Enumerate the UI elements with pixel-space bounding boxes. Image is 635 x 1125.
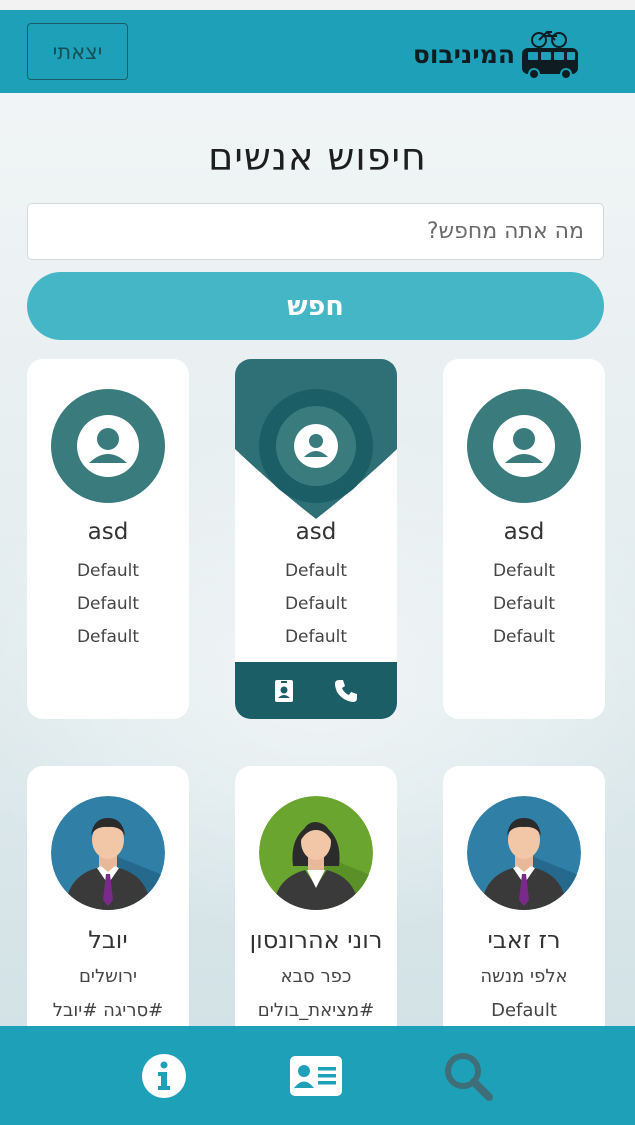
profile-card[interactable]: asd Default Default Default — [27, 359, 189, 719]
male-avatar-icon — [467, 796, 581, 910]
card-detail: Default — [284, 594, 348, 614]
page: יצאתי המיניבוס חיפוש אנשים חפש — [0, 0, 635, 1125]
search-button[interactable]: חפש — [27, 272, 604, 340]
logout-button[interactable]: יצאתי — [27, 23, 128, 80]
card-detail: Default — [76, 594, 140, 614]
avatar — [259, 389, 373, 503]
card-city: ירושלים — [78, 966, 138, 987]
nav-contact[interactable] — [288, 1048, 344, 1104]
card-tags: Default — [491, 1000, 557, 1021]
card-name: רוני אהרונסון — [249, 926, 383, 954]
user-avatar-icon — [77, 415, 139, 477]
info-icon — [142, 1054, 186, 1098]
app-header: יצאתי המיניבוס — [0, 0, 635, 93]
card-name: asd — [503, 519, 545, 545]
contact-card-icon — [290, 1056, 342, 1096]
card-detail: Default — [492, 594, 556, 614]
user-avatar-icon — [276, 406, 356, 486]
female-avatar-icon — [259, 796, 373, 910]
card-city: אלפי מנשה — [480, 966, 568, 987]
app-logo[interactable]: המיניבוס — [413, 26, 581, 82]
card-detail: Default — [284, 561, 348, 581]
avatar — [51, 796, 165, 910]
card-name: יובל — [88, 926, 128, 954]
bottom-nav — [0, 1026, 635, 1125]
card-detail: Default — [492, 561, 556, 581]
card-name: רז זאבי — [487, 926, 561, 954]
card-detail: Default — [76, 561, 140, 581]
search-icon — [445, 1053, 493, 1101]
male-avatar-icon — [51, 796, 165, 910]
card-name: asd — [87, 519, 129, 545]
card-tags: #מציאת_בולים — [257, 1000, 375, 1021]
avatar — [51, 389, 165, 503]
card-city: כפר סבא — [280, 966, 352, 987]
card-name: asd — [295, 519, 337, 545]
avatar — [259, 796, 373, 910]
avatar — [467, 389, 581, 503]
page-title: חיפוש אנשים — [208, 135, 427, 179]
minibus-icon — [522, 30, 578, 80]
card-detail: Default — [76, 627, 140, 647]
user-avatar-icon — [493, 415, 555, 477]
phone-icon[interactable] — [333, 678, 359, 704]
id-badge-icon[interactable] — [273, 679, 295, 703]
nav-search[interactable] — [440, 1048, 496, 1104]
profile-card-selected[interactable]: asd Default Default Default — [235, 359, 397, 719]
card-tags: #סריגה #יובל — [52, 1000, 164, 1021]
avatar — [467, 796, 581, 910]
search-input[interactable] — [27, 203, 604, 260]
card-action-bar — [235, 662, 397, 719]
logo-text: המיניבוס — [412, 39, 515, 69]
profile-card[interactable]: asd Default Default Default — [443, 359, 605, 719]
nav-info[interactable] — [136, 1048, 192, 1104]
card-detail: Default — [284, 627, 348, 647]
card-detail: Default — [492, 627, 556, 647]
